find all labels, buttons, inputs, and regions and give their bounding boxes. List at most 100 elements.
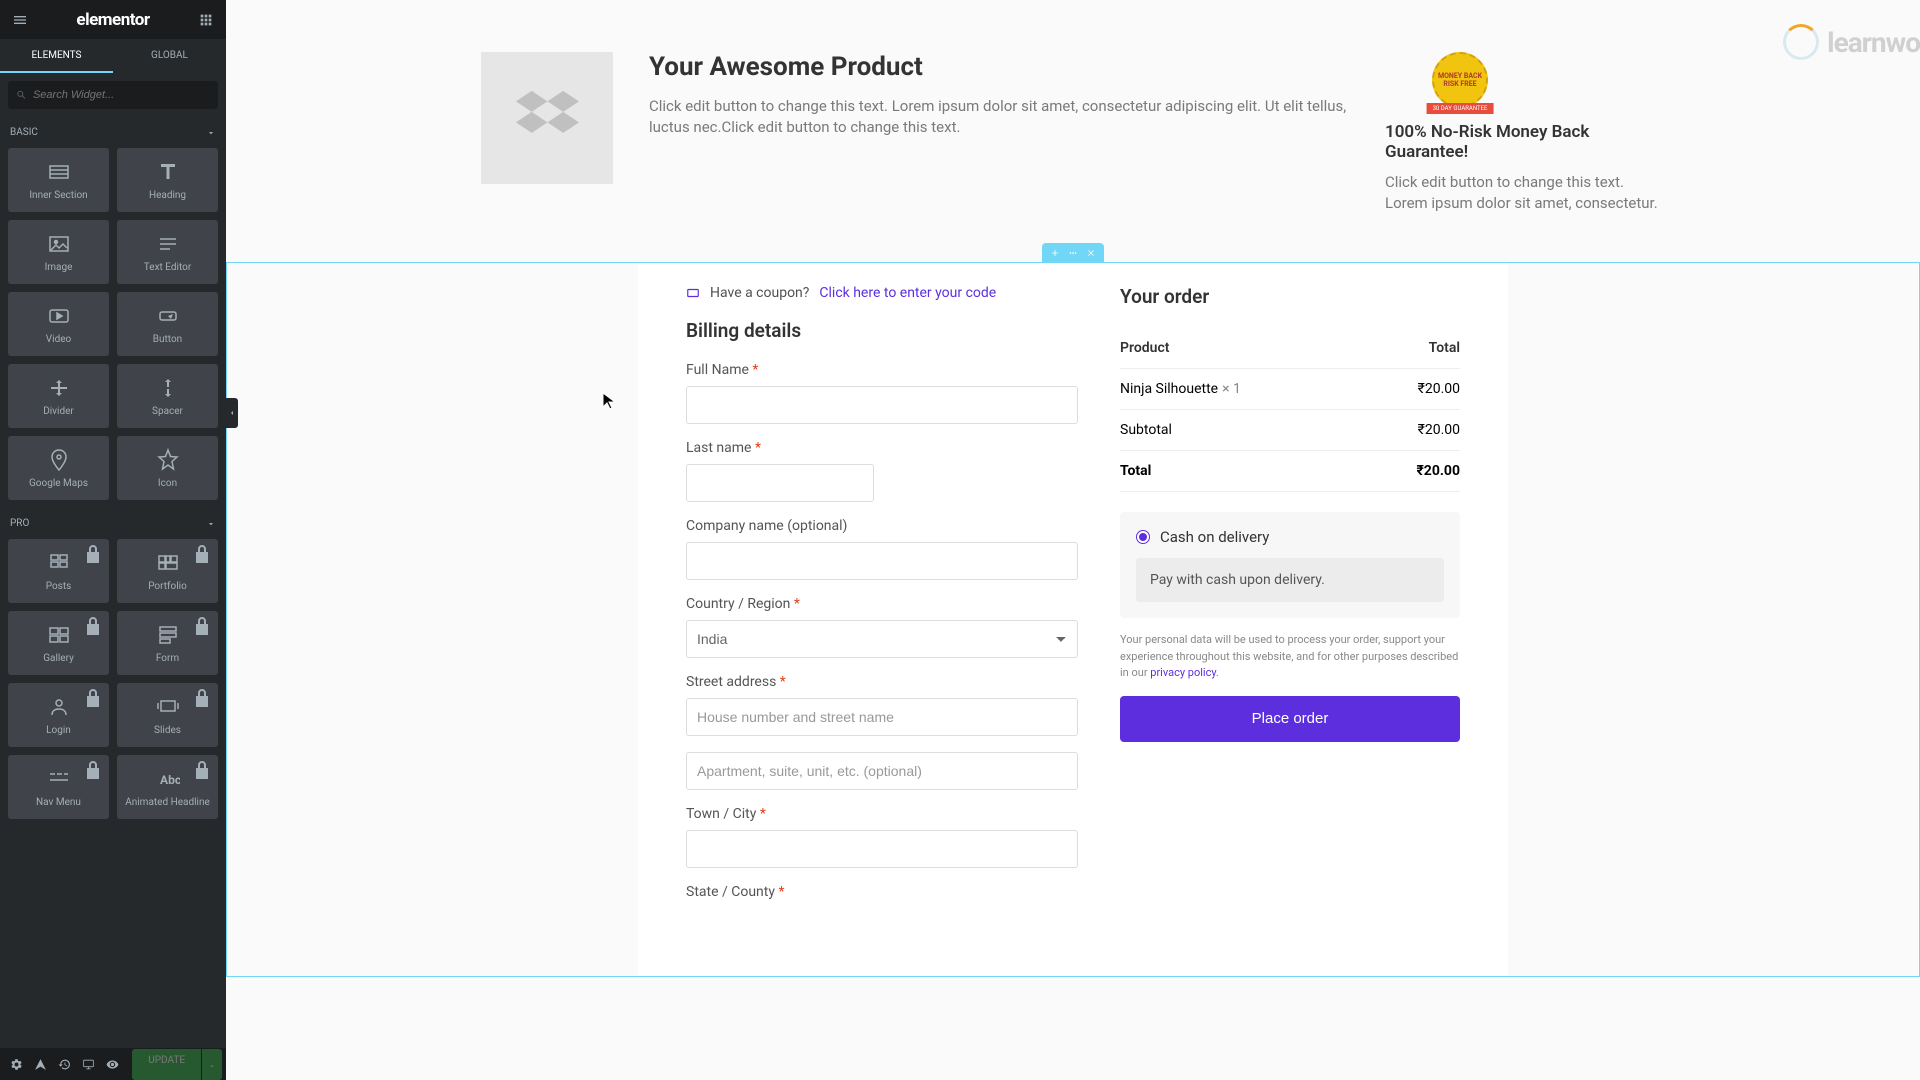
product-image-placeholder[interactable]: [481, 52, 613, 184]
preview-icon[interactable]: [100, 1052, 124, 1076]
privacy-notice: Your personal data will be used to proce…: [1120, 632, 1460, 682]
watermark-logo: learnwo: [1783, 24, 1920, 60]
menu-icon[interactable]: [12, 12, 28, 28]
pro-widgets-grid: Posts Portfolio Gallery Form Login Slide…: [0, 539, 226, 827]
sidebar-footer: UPDATE: [0, 1048, 226, 1080]
widget-gallery[interactable]: Gallery: [8, 611, 109, 675]
chevron-down-icon: [206, 128, 216, 138]
update-group: UPDATE: [132, 1049, 222, 1080]
coupon-link[interactable]: Click here to enter your code: [819, 285, 996, 301]
order-column: Your order Product Total Ninja Silhouett…: [1120, 285, 1460, 916]
place-order-button[interactable]: Place order: [1120, 696, 1460, 742]
delete-section-icon[interactable]: [1086, 248, 1096, 258]
search-input[interactable]: [33, 89, 210, 101]
section-edit-handle: [1042, 243, 1104, 263]
company-label: Company name (optional): [686, 518, 1078, 534]
basic-widgets-grid: Inner Section Heading Image Text Editor …: [0, 148, 226, 508]
town-label: Town / City *: [686, 806, 1078, 822]
checkout-section[interactable]: Have a coupon? Click here to enter your …: [226, 262, 1920, 977]
payment-description: Pay with cash upon delivery.: [1136, 558, 1444, 602]
street-address-2-input[interactable]: [686, 752, 1078, 790]
lock-icon: [190, 759, 214, 783]
total-header: Total: [1429, 340, 1460, 356]
billing-heading: Billing details: [686, 319, 1078, 342]
tab-global[interactable]: GLOBAL: [113, 39, 226, 73]
sidebar-tabs: ELEMENTS GLOBAL: [0, 39, 226, 73]
order-heading: Your order: [1120, 285, 1460, 308]
country-select[interactable]: India: [686, 620, 1078, 658]
settings-icon[interactable]: [4, 1052, 28, 1076]
last-name-input[interactable]: [686, 464, 874, 502]
widget-heading[interactable]: Heading: [117, 148, 218, 212]
elementor-logo: elementor: [76, 10, 149, 30]
tab-elements[interactable]: ELEMENTS: [0, 39, 113, 73]
street-address-1-input[interactable]: [686, 698, 1078, 736]
town-input[interactable]: [686, 830, 1078, 868]
payment-methods: Cash on delivery Pay with cash upon deli…: [1120, 512, 1460, 618]
full-name-label: Full Name *: [686, 362, 1078, 378]
product-description[interactable]: Click edit button to change this text. L…: [649, 96, 1349, 138]
widget-login[interactable]: Login: [8, 683, 109, 747]
guarantee-title[interactable]: 100% No-Risk Money Back Guarantee!: [1385, 122, 1665, 162]
lock-icon: [81, 615, 105, 639]
coupon-notice: Have a coupon? Click here to enter your …: [686, 285, 1078, 301]
add-section-icon[interactable]: [1050, 248, 1060, 258]
coupon-icon: [686, 286, 700, 300]
sidebar-header: elementor: [0, 0, 226, 39]
lock-icon: [190, 687, 214, 711]
widget-inner-section[interactable]: Inner Section: [8, 148, 109, 212]
widget-video[interactable]: Video: [8, 292, 109, 356]
category-basic[interactable]: BASIC: [0, 117, 226, 148]
last-name-label: Last name *: [686, 440, 1078, 456]
search-icon: [16, 89, 27, 101]
editor-canvas[interactable]: learnwo Your Awesome Product Click edit …: [226, 0, 1920, 1080]
lock-icon: [81, 759, 105, 783]
widget-divider[interactable]: Divider: [8, 364, 109, 428]
widget-button[interactable]: Button: [117, 292, 218, 356]
guarantee-description[interactable]: Click edit button to change this text. L…: [1385, 172, 1665, 214]
category-pro[interactable]: PRO: [0, 508, 226, 539]
update-button[interactable]: UPDATE: [132, 1049, 201, 1080]
widget-posts[interactable]: Posts: [8, 539, 109, 603]
street-label: Street address *: [686, 674, 1078, 690]
widget-portfolio[interactable]: Portfolio: [117, 539, 218, 603]
billing-column: Have a coupon? Click here to enter your …: [686, 285, 1078, 916]
order-total-row: Total ₹20.00: [1120, 451, 1460, 492]
radio-selected-icon: [1136, 530, 1150, 544]
widget-icon[interactable]: Icon: [117, 436, 218, 500]
order-item-row: Ninja Silhouette× 1 ₹20.00: [1120, 369, 1460, 410]
svg-text:Abc: Abc: [160, 773, 180, 787]
update-options-button[interactable]: [202, 1049, 222, 1080]
widget-image[interactable]: Image: [8, 220, 109, 284]
responsive-icon[interactable]: [76, 1052, 100, 1076]
order-subtotal-row: Subtotal ₹20.00: [1120, 410, 1460, 451]
order-summary-table: Product Total Ninja Silhouette× 1 ₹20.00…: [1120, 328, 1460, 492]
product-title[interactable]: Your Awesome Product: [649, 52, 1349, 82]
widget-form[interactable]: Form: [117, 611, 218, 675]
widget-spacer[interactable]: Spacer: [117, 364, 218, 428]
widget-text-editor[interactable]: Text Editor: [117, 220, 218, 284]
payment-cash-on-delivery[interactable]: Cash on delivery: [1136, 528, 1444, 546]
collapse-sidebar-button[interactable]: [226, 398, 238, 428]
edit-section-icon[interactable]: [1068, 248, 1078, 258]
widget-google-maps[interactable]: Google Maps: [8, 436, 109, 500]
chevron-down-icon: [206, 519, 216, 529]
full-name-input[interactable]: [686, 386, 1078, 424]
hero-section[interactable]: Your Awesome Product Click edit button t…: [433, 0, 1713, 262]
privacy-policy-link[interactable]: privacy policy: [1150, 666, 1216, 679]
search-widget-input-wrap[interactable]: [8, 81, 218, 109]
history-icon[interactable]: [52, 1052, 76, 1076]
dropbox-icon: [512, 83, 582, 153]
state-label: State / County *: [686, 884, 1078, 900]
widget-nav-menu[interactable]: Nav Menu: [8, 755, 109, 819]
company-input[interactable]: [686, 542, 1078, 580]
lock-icon: [81, 687, 105, 711]
product-header: Product: [1120, 340, 1169, 356]
guarantee-badge[interactable]: MONEY BACK RISK FREE 30 DAY GUARANTEE: [1425, 52, 1495, 114]
widget-animated-headline[interactable]: AbcAnimated Headline: [117, 755, 218, 819]
lock-icon: [190, 615, 214, 639]
widget-slides[interactable]: Slides: [117, 683, 218, 747]
navigator-icon[interactable]: [28, 1052, 52, 1076]
lock-icon: [190, 543, 214, 567]
widgets-panel-icon[interactable]: [198, 12, 214, 28]
